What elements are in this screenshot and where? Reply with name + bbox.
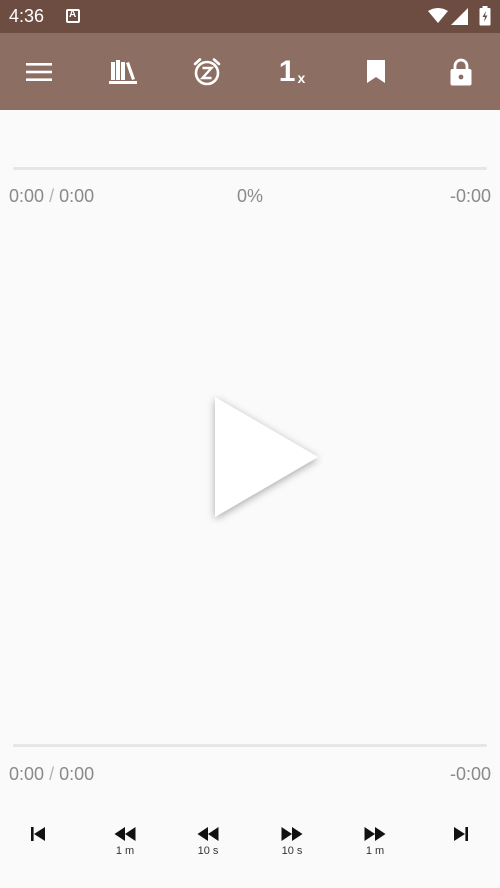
speed-value: 1 bbox=[278, 54, 296, 88]
play-icon bbox=[215, 397, 318, 517]
book-separator: / bbox=[49, 764, 55, 784]
status-bar: 4:36 bbox=[0, 0, 500, 33]
bookmark-button[interactable] bbox=[346, 33, 406, 110]
library-button[interactable] bbox=[93, 33, 153, 110]
menu-icon bbox=[26, 62, 52, 81]
sleep-timer-icon bbox=[193, 57, 221, 85]
cell-signal-icon bbox=[451, 8, 468, 25]
skip-next-icon bbox=[454, 827, 468, 841]
book-duration: 0:00 bbox=[59, 764, 95, 784]
rewind-1m-button[interactable]: 1 m bbox=[95, 826, 155, 876]
chapter-percent: 0% bbox=[236, 186, 263, 206]
library-icon bbox=[109, 59, 137, 84]
lock-button[interactable] bbox=[431, 33, 491, 110]
book-elapsed: 0:00 bbox=[9, 764, 45, 784]
forward-10s-label: 10 s bbox=[281, 845, 303, 857]
chapter-remaining: -0:00 bbox=[449, 186, 491, 206]
status-time: 4:36 bbox=[9, 6, 45, 26]
wifi-icon bbox=[428, 8, 448, 23]
play-button[interactable] bbox=[205, 392, 325, 524]
skip-next-button[interactable] bbox=[431, 826, 491, 876]
menu-button[interactable] bbox=[9, 33, 69, 110]
rewind-10s-button[interactable]: 10 s bbox=[178, 826, 238, 876]
rewind-1m-label: 1 m bbox=[115, 845, 135, 857]
rewind-10s-label: 10 s bbox=[197, 845, 219, 857]
playback-speed-button[interactable]: 1x bbox=[262, 33, 322, 110]
forward-10s-button[interactable]: 10 s bbox=[262, 826, 322, 876]
rewind-icon bbox=[197, 827, 219, 841]
chapter-seekbar[interactable] bbox=[13, 167, 487, 170]
speed-unit: x bbox=[297, 69, 306, 86]
toolbar: 1x bbox=[0, 33, 500, 110]
forward-1m-button[interactable]: 1 m bbox=[345, 826, 405, 876]
battery-charging-icon bbox=[479, 6, 491, 26]
fast-forward-icon bbox=[364, 827, 386, 841]
rewind-icon bbox=[114, 827, 136, 841]
skip-previous-button[interactable] bbox=[8, 826, 68, 876]
book-time: 0:00 / 0:00 bbox=[9, 764, 94, 785]
forward-1m-label: 1 m bbox=[365, 845, 385, 857]
book-remaining: -0:00 bbox=[449, 764, 491, 784]
sleep-timer-button[interactable] bbox=[177, 33, 237, 110]
skip-previous-icon bbox=[31, 827, 45, 841]
book-seekbar[interactable] bbox=[13, 744, 487, 747]
bookmark-icon bbox=[367, 60, 385, 83]
lock-icon bbox=[450, 58, 472, 85]
fast-forward-icon bbox=[281, 827, 303, 841]
notification-a-icon bbox=[66, 9, 80, 23]
